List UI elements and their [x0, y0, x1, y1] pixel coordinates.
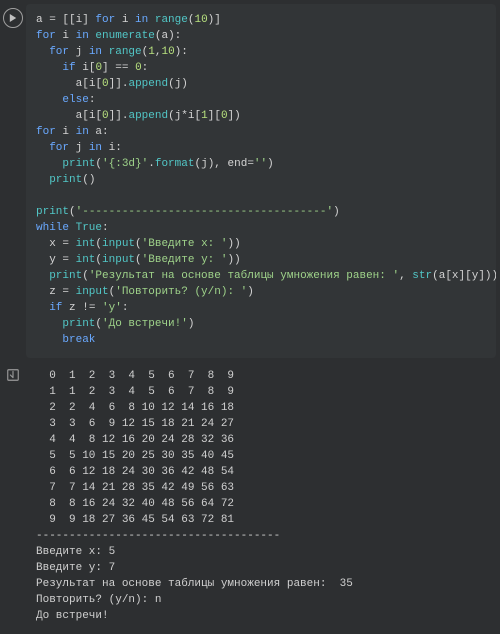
- output-text: 0 1 2 3 4 5 6 7 8 9 1 1 2 3 4 5 6 7 8 9 …: [26, 362, 500, 634]
- code-content: a = [[i] for i in range(10)] for i in en…: [36, 12, 486, 348]
- output-gutter: [0, 362, 26, 386]
- play-icon: [9, 14, 17, 22]
- output-icon: [6, 368, 20, 386]
- code-editor[interactable]: a = [[i] for i in range(10)] for i in en…: [26, 4, 496, 358]
- cell-gutter: [0, 0, 26, 28]
- run-button[interactable]: [3, 8, 23, 28]
- code-cell: a = [[i] for i in range(10)] for i in en…: [0, 0, 500, 358]
- output-cell: 0 1 2 3 4 5 6 7 8 9 1 1 2 3 4 5 6 7 8 9 …: [0, 362, 500, 634]
